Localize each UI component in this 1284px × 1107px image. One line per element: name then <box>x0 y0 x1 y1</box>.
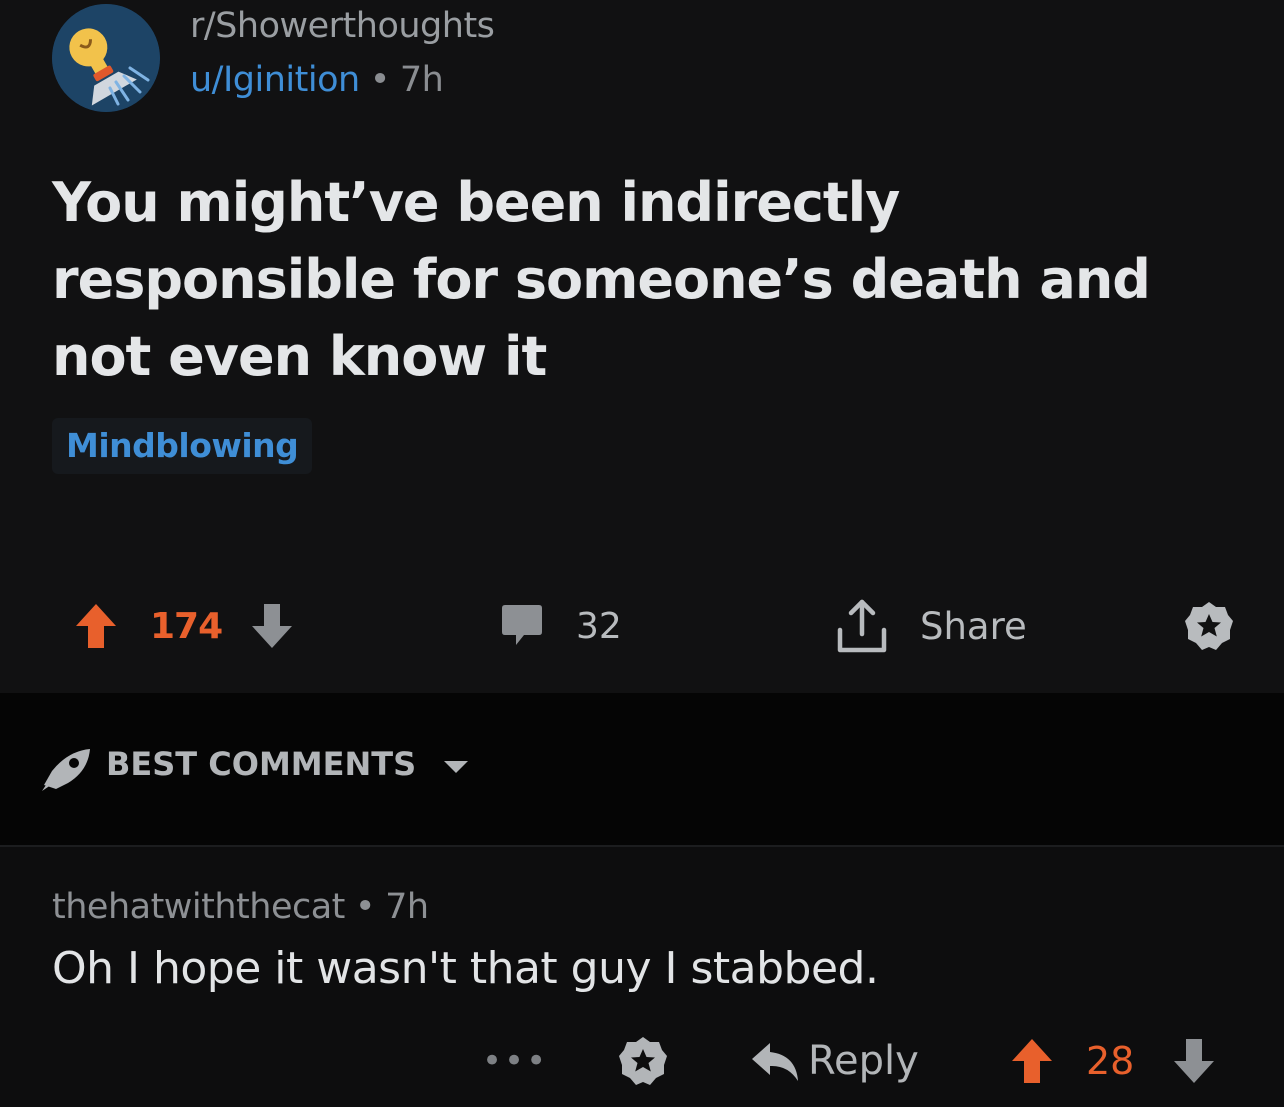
post-score: 174 <box>150 605 223 647</box>
arrow-up-icon <box>76 604 116 648</box>
comment-sort-bar[interactable]: BEST COMMENTS <box>0 693 1284 847</box>
post-author[interactable]: u/Iginition <box>190 60 360 100</box>
comments-button[interactable] <box>498 590 546 662</box>
post-title[interactable]: You might’ve been indirectly responsible… <box>52 164 1252 395</box>
meta-separator: • <box>369 60 391 100</box>
star-badge-icon <box>1185 602 1233 650</box>
reply-arrow-icon <box>752 1043 798 1081</box>
caret-down-icon[interactable] <box>442 759 470 775</box>
lightbulb-shower-icon <box>52 4 160 112</box>
share-upload-icon <box>837 599 887 653</box>
comment-meta-separator: • <box>354 887 376 927</box>
comment-meta: thehatwiththecat • 7h <box>52 887 429 927</box>
post-flair[interactable]: Mindblowing <box>52 418 313 474</box>
rocket-icon <box>42 749 90 791</box>
post-card: r/Showerthoughts u/Iginition • 7h You migh… <box>0 0 1284 693</box>
share-button[interactable] <box>834 590 890 662</box>
reply-label[interactable]: Reply <box>808 1025 919 1097</box>
comment-body: Oh I hope it wasn't that guy I stabbed. <box>52 943 879 994</box>
comment-score: 28 <box>1086 1039 1135 1083</box>
comment-action-bar: ••• Reply 28 <box>0 1025 1284 1095</box>
more-options-button[interactable]: ••• <box>482 1025 548 1097</box>
downvote-button[interactable] <box>248 590 296 662</box>
subreddit-name[interactable]: r/Showerthoughts <box>190 6 495 46</box>
award-button[interactable] <box>1182 590 1236 662</box>
arrow-down-icon <box>252 604 292 648</box>
comment-downvote-button[interactable] <box>1170 1025 1218 1097</box>
comment-upvote-button[interactable] <box>1008 1025 1056 1097</box>
comment-author[interactable]: thehatwiththecat <box>52 887 345 927</box>
reply-button[interactable] <box>750 1025 800 1097</box>
arrow-up-icon <box>1012 1039 1052 1083</box>
upvote-button[interactable] <box>72 590 120 662</box>
post-meta: u/Iginition • 7h <box>190 60 444 100</box>
post-age: 7h <box>399 60 444 100</box>
comment-age: 7h <box>385 887 429 927</box>
comment-award-button[interactable] <box>616 1025 670 1097</box>
subreddit-avatar[interactable] <box>52 4 160 112</box>
arrow-down-icon <box>1174 1039 1214 1083</box>
comment: thehatwiththecat • 7h Oh I hope it wasn't … <box>0 847 1284 1107</box>
star-badge-icon <box>619 1037 667 1085</box>
post-action-bar: 174 32 Share <box>0 590 1284 662</box>
sort-label[interactable]: BEST COMMENTS <box>106 745 416 783</box>
share-label[interactable]: Share <box>920 590 1027 662</box>
speech-bubble-icon <box>502 605 542 645</box>
comments-count: 32 <box>576 605 622 647</box>
